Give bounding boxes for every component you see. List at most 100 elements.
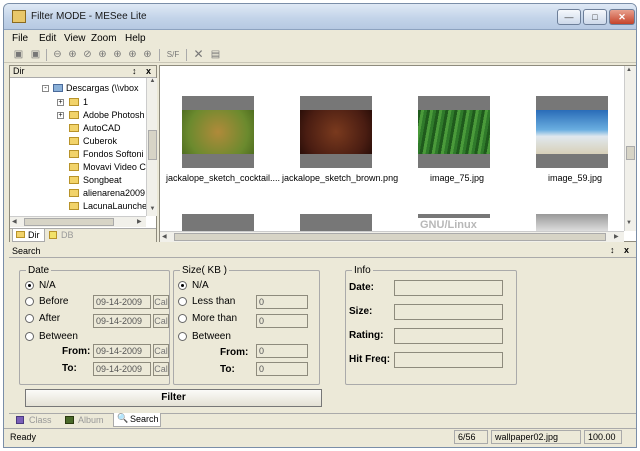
date-before-cal-button[interactable]: Cal bbox=[153, 295, 169, 309]
collapse-icon[interactable]: - bbox=[42, 85, 49, 92]
thumbnail[interactable] bbox=[418, 96, 490, 168]
window-title: Filter MODE - MESee Lite bbox=[31, 11, 147, 22]
pin-icon[interactable]: ↕ bbox=[610, 245, 615, 255]
size-less-radio[interactable] bbox=[178, 297, 187, 306]
minimize-button[interactable]: — bbox=[557, 9, 581, 25]
properties-icon[interactable]: ▤ bbox=[209, 48, 222, 61]
date-after-field[interactable]: 09-14-2009 bbox=[93, 314, 151, 328]
close-icon[interactable]: x bbox=[146, 66, 151, 76]
date-between-radio[interactable] bbox=[25, 332, 34, 341]
expand-icon[interactable]: + bbox=[57, 99, 64, 106]
scroll-thumb[interactable] bbox=[174, 233, 606, 241]
scroll-left-icon[interactable]: ◀ bbox=[12, 218, 17, 225]
size-more-radio[interactable] bbox=[178, 314, 187, 323]
tree-item[interactable]: Cuberok bbox=[83, 136, 117, 146]
tree-item[interactable]: 1 bbox=[83, 97, 88, 107]
date-to-cal-button[interactable]: Cal bbox=[153, 362, 169, 376]
save-icon[interactable]: ▣ bbox=[29, 48, 42, 61]
zoom-in-icon[interactable]: ⊕ bbox=[66, 48, 79, 61]
zoom-actual-icon[interactable]: ⊕ bbox=[126, 48, 139, 61]
size-from-field[interactable]: 0 bbox=[256, 344, 308, 358]
info-date-label: Date: bbox=[349, 282, 375, 293]
thumbnail[interactable] bbox=[300, 214, 372, 231]
thumbnail-horizontal-scrollbar[interactable]: ◀ ▶ bbox=[160, 231, 624, 242]
tree-item[interactable]: alienarena2009 bbox=[83, 188, 145, 198]
thumbnail[interactable] bbox=[300, 96, 372, 168]
search-panel-header: Search ↕ x bbox=[9, 245, 636, 258]
tree-item[interactable]: Songbeat bbox=[83, 175, 122, 185]
zoom-custom-icon[interactable]: ⊕ bbox=[141, 48, 154, 61]
thumbnail[interactable]: GNU/Linux bbox=[418, 214, 490, 231]
sf-toggle-button[interactable]: S/F bbox=[164, 48, 182, 61]
scroll-down-icon[interactable]: ▼ bbox=[148, 206, 157, 215]
folder-icon bbox=[69, 111, 79, 119]
filter-button[interactable]: Filter bbox=[25, 389, 322, 407]
date-from-cal-button[interactable]: Cal bbox=[153, 344, 169, 358]
date-after-cal-button[interactable]: Cal bbox=[153, 314, 169, 328]
tree-item[interactable]: LacunaLaunche bbox=[83, 201, 147, 211]
dir-vertical-scrollbar[interactable]: ▲ ▼ bbox=[146, 78, 157, 216]
maximize-button[interactable]: □ bbox=[583, 9, 607, 25]
zoom-height-icon[interactable]: ⊕ bbox=[111, 48, 124, 61]
thumbnail-vertical-scrollbar[interactable]: ▲ ▼ bbox=[624, 66, 636, 231]
tab-search[interactable]: 🔍 Search bbox=[113, 413, 161, 427]
tree-item[interactable]: Adobe Photosh bbox=[83, 110, 145, 120]
scroll-right-icon[interactable]: ▶ bbox=[614, 233, 619, 240]
date-between-label: Between bbox=[39, 331, 78, 342]
menu-zoom[interactable]: Zoom bbox=[91, 33, 117, 44]
open-icon[interactable]: ▣ bbox=[12, 48, 25, 61]
info-group-label: Info bbox=[352, 265, 373, 276]
thumbnail[interactable] bbox=[536, 214, 608, 231]
zoom-width-icon[interactable]: ⊕ bbox=[96, 48, 109, 61]
thumbnail-caption: jackalope_sketch_cocktail.... bbox=[166, 173, 281, 183]
delete-icon[interactable]: ✕ bbox=[192, 48, 205, 61]
date-from-field[interactable]: 09-14-2009 bbox=[93, 344, 151, 358]
tree-item[interactable]: AutoCAD bbox=[83, 123, 121, 133]
scroll-down-icon[interactable]: ▼ bbox=[626, 220, 632, 226]
menu-file[interactable]: File bbox=[12, 33, 28, 44]
tab-dir[interactable]: Dir bbox=[12, 229, 45, 242]
tab-album[interactable]: Album bbox=[64, 414, 109, 427]
pin-icon[interactable]: ↕ bbox=[132, 66, 137, 76]
size-to-field[interactable]: 0 bbox=[256, 362, 308, 376]
menu-view[interactable]: View bbox=[64, 33, 86, 44]
menu-help[interactable]: Help bbox=[125, 33, 146, 44]
close-icon[interactable]: x bbox=[624, 245, 629, 255]
tree-item[interactable]: Movavi Video C bbox=[83, 162, 146, 172]
dir-horizontal-scrollbar[interactable]: ◀ ▶ bbox=[10, 216, 146, 227]
tab-db-label: DB bbox=[61, 230, 74, 240]
size-na-radio[interactable] bbox=[178, 281, 187, 290]
thumbnail[interactable] bbox=[182, 214, 254, 231]
tree-item[interactable]: Fondos Softoni bbox=[83, 149, 144, 159]
scroll-up-icon[interactable]: ▲ bbox=[148, 78, 157, 87]
size-more-field[interactable]: 0 bbox=[256, 314, 308, 328]
zoom-fit-icon[interactable]: ⊘ bbox=[81, 48, 94, 61]
scroll-thumb[interactable] bbox=[148, 130, 157, 160]
date-before-field[interactable]: 09-14-2009 bbox=[93, 295, 151, 309]
date-before-radio[interactable] bbox=[25, 297, 34, 306]
date-after-radio[interactable] bbox=[25, 314, 34, 323]
date-na-radio[interactable] bbox=[25, 281, 34, 290]
menu-edit[interactable]: Edit bbox=[39, 33, 56, 44]
scroll-thumb[interactable] bbox=[24, 218, 114, 226]
size-to-label: To: bbox=[220, 364, 235, 375]
thumbnail[interactable] bbox=[536, 96, 608, 168]
tab-db[interactable]: DB bbox=[47, 229, 79, 242]
date-to-field[interactable]: 09-14-2009 bbox=[93, 362, 151, 376]
size-between-radio[interactable] bbox=[178, 332, 187, 341]
date-group: Date N/A Before 09-14-2009 Cal After 09-… bbox=[19, 265, 170, 385]
close-button[interactable]: ✕ bbox=[609, 9, 635, 25]
title-bar[interactable]: Filter MODE - MESee Lite — □ ✕ bbox=[4, 4, 636, 30]
thumbnail[interactable] bbox=[182, 96, 254, 168]
size-less-field[interactable]: 0 bbox=[256, 295, 308, 309]
scroll-up-icon[interactable]: ▲ bbox=[626, 67, 632, 73]
tree-root[interactable]: Descargas (\\vbox bbox=[66, 83, 139, 93]
status-text: Ready bbox=[10, 432, 37, 442]
scroll-left-icon[interactable]: ◀ bbox=[162, 233, 167, 240]
tab-class[interactable]: Class bbox=[15, 414, 60, 427]
scroll-right-icon[interactable]: ▶ bbox=[137, 218, 142, 225]
zoom-out-icon[interactable]: ⊖ bbox=[51, 48, 64, 61]
binoculars-icon: 🔍 bbox=[117, 413, 129, 423]
scroll-thumb[interactable] bbox=[626, 146, 635, 160]
expand-icon[interactable]: + bbox=[57, 112, 64, 119]
